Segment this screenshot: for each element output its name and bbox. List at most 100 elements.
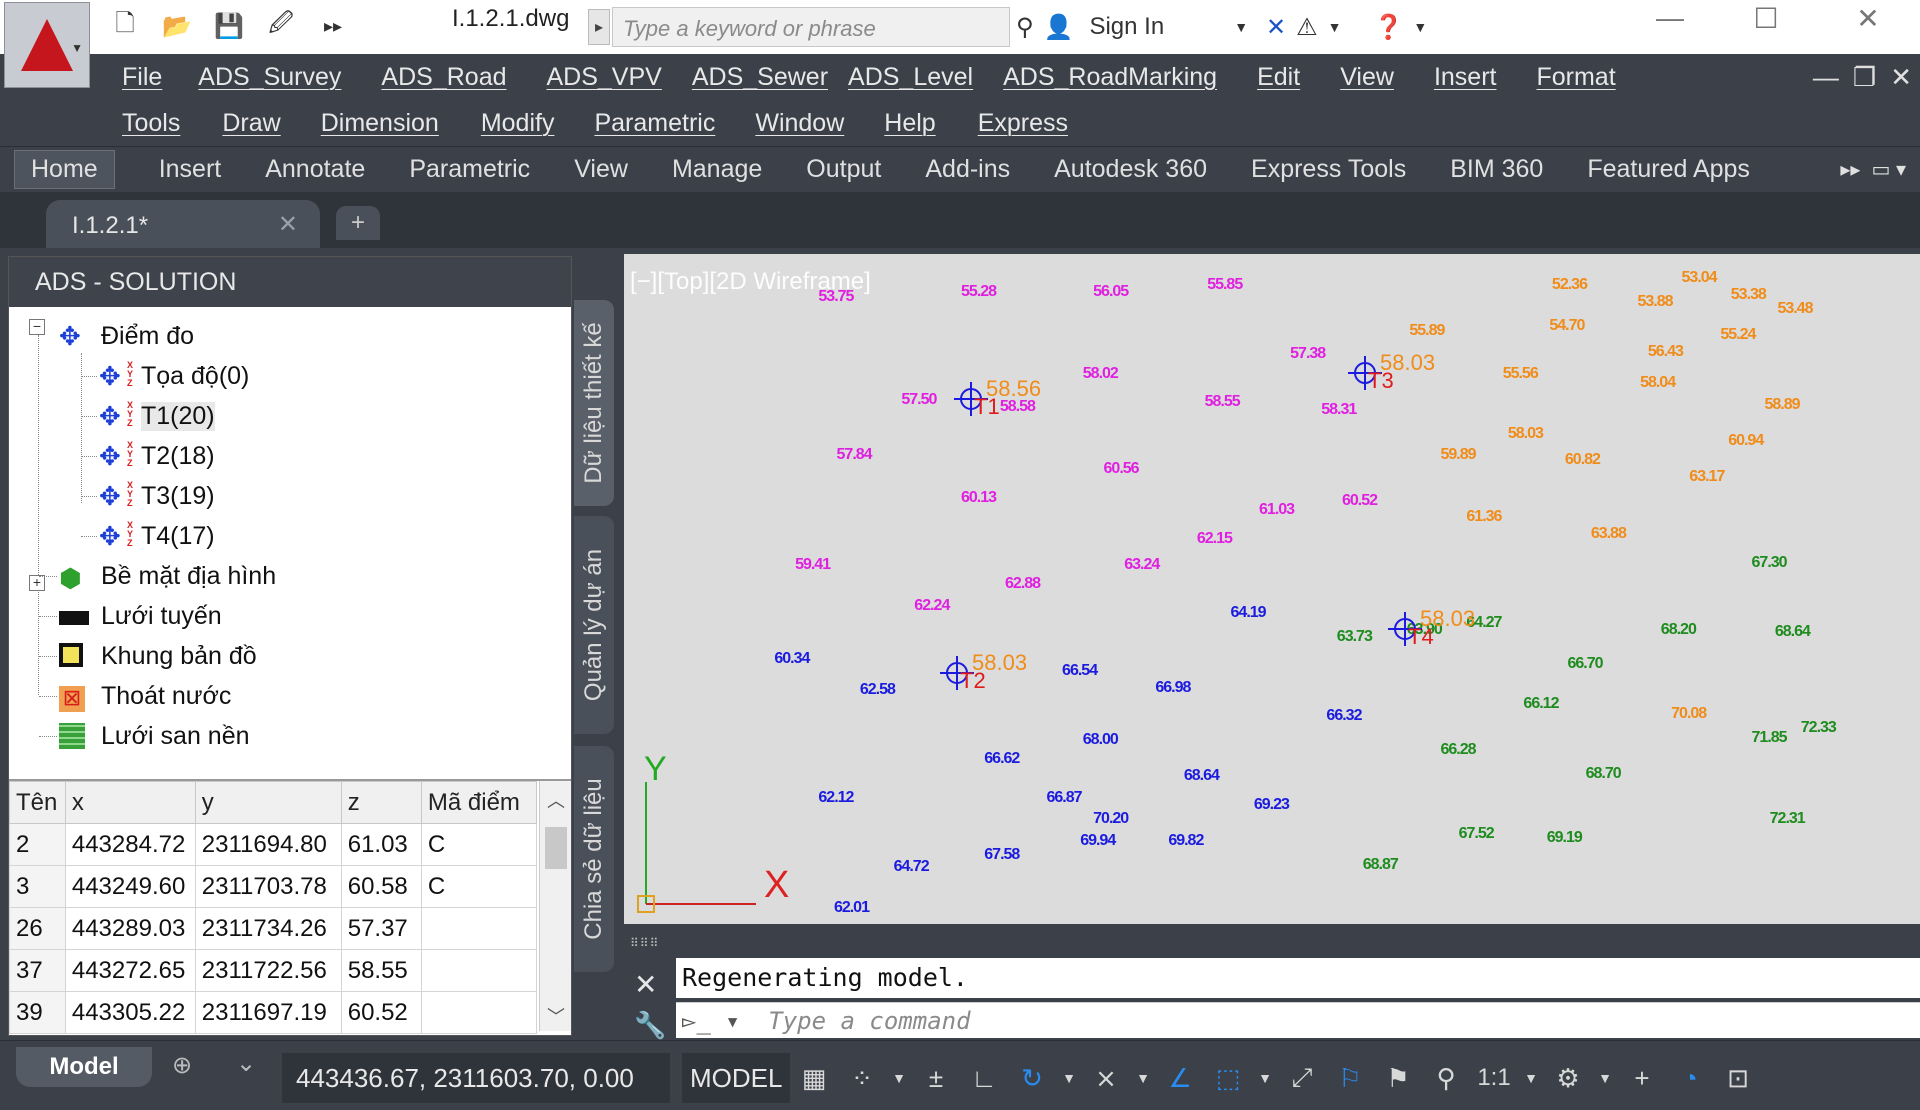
elevation-label[interactable]: 69.94 xyxy=(1080,832,1116,850)
plus-icon[interactable]: + xyxy=(1618,1053,1666,1103)
coordinate-readout[interactable]: 443436.67, 2311603.70, 0.00 xyxy=(282,1053,670,1103)
elevation-label[interactable]: 66.87 xyxy=(1046,789,1082,807)
close-icon[interactable]: ✕ xyxy=(634,968,657,1001)
elevation-label[interactable]: 60.56 xyxy=(1104,460,1140,478)
tab-du-lieu-thiet-ke[interactable]: Dữ liệu thiết kế xyxy=(574,300,614,506)
elevation-label[interactable]: 66.28 xyxy=(1440,741,1476,759)
ribbon-options[interactable]: ▸▸ ▭ ▾ xyxy=(1840,157,1906,182)
tree-item[interactable]: ⊠ Thoát nước xyxy=(59,677,231,715)
table-cell[interactable]: 443272.65 xyxy=(64,949,196,992)
exchange-apps-icon[interactable]: ✕ xyxy=(1266,13,1286,42)
elevation-label[interactable]: 58.55 xyxy=(1205,393,1241,411)
grid-icon[interactable]: ▦ xyxy=(790,1053,838,1103)
elevation-label[interactable]: 68.87 xyxy=(1363,856,1399,874)
elevation-label[interactable]: 62.15 xyxy=(1197,530,1233,548)
elevation-label[interactable]: 66.32 xyxy=(1326,707,1362,725)
auto-scale-icon[interactable]: ⚑ xyxy=(1374,1053,1422,1103)
model-layout-tab[interactable]: Model xyxy=(16,1047,152,1087)
elevation-label[interactable]: 58.31 xyxy=(1321,401,1357,419)
ribbon-tab-annotate[interactable]: Annotate xyxy=(265,155,365,184)
elevation-label[interactable]: 53.88 xyxy=(1637,293,1673,311)
sign-in-button[interactable]: Sign In xyxy=(1089,13,1164,41)
wrench-icon[interactable]: 🔧 xyxy=(634,1010,666,1041)
menu-format[interactable]: Format xyxy=(1536,63,1615,92)
elevation-label[interactable]: 60.94 xyxy=(1728,432,1764,450)
menu-tools[interactable]: Tools xyxy=(122,109,180,138)
elevation-label[interactable]: 63.73 xyxy=(1337,628,1373,646)
table-cell[interactable]: 2311722.56 xyxy=(194,949,342,992)
maximize-icon[interactable]: ☐ xyxy=(1736,0,1796,36)
ortho-icon[interactable]: ∟ xyxy=(960,1053,1008,1103)
elevation-label[interactable]: 59.89 xyxy=(1440,446,1476,464)
menu-edit[interactable]: Edit xyxy=(1257,63,1300,92)
elevation-label[interactable]: 56.05 xyxy=(1093,283,1129,301)
tree-item[interactable]: Khung bản đồ xyxy=(59,637,257,675)
menu-draw[interactable]: Draw xyxy=(222,109,280,138)
table-cell[interactable]: C xyxy=(420,823,538,866)
polar-tracking-icon[interactable]: ↻ xyxy=(1008,1053,1056,1103)
menu-express[interactable]: Express xyxy=(978,109,1068,138)
elevation-label[interactable]: 60.52 xyxy=(1342,492,1378,510)
scale-readout[interactable]: 1:1 xyxy=(1470,1053,1518,1103)
object-snap-tracking-icon[interactable]: ∠ xyxy=(1156,1053,1204,1103)
snap-icon[interactable]: ⁘ xyxy=(838,1053,886,1103)
menu-parametric[interactable]: Parametric xyxy=(594,109,715,138)
elevation-label[interactable]: 72.31 xyxy=(1770,810,1806,828)
ribbon-tab-bim-360[interactable]: BIM 360 xyxy=(1450,155,1543,184)
elevation-label[interactable]: 66.12 xyxy=(1523,695,1559,713)
elevation-label[interactable]: 66.70 xyxy=(1567,655,1603,673)
column-header[interactable]: x xyxy=(64,781,196,824)
help-icon[interactable]: ❓ xyxy=(1374,13,1404,42)
elevation-label[interactable]: 68.20 xyxy=(1661,621,1697,639)
elevation-label[interactable]: 62.01 xyxy=(834,899,870,917)
table-cell[interactable] xyxy=(420,991,538,1034)
menu-modify[interactable]: Modify xyxy=(481,109,555,138)
elevation-label[interactable]: 64.19 xyxy=(1231,604,1267,622)
menu-ads-vpv[interactable]: ADS_VPV xyxy=(547,63,662,92)
menu-help[interactable]: Help xyxy=(884,109,935,138)
scroll-down-icon[interactable]: ﹀ xyxy=(547,1003,565,1029)
table-scrollbar[interactable]: ︿ ﹀ xyxy=(539,781,571,1031)
elevation-label[interactable]: 57.84 xyxy=(837,446,873,464)
chevron-down-icon[interactable]: ▼ xyxy=(1413,19,1427,35)
scroll-up-icon[interactable]: ︿ xyxy=(547,787,565,813)
tree-item[interactable]: Lưới san nền xyxy=(59,717,250,755)
table-cell[interactable]: 57.37 xyxy=(340,907,422,950)
elevation-label[interactable]: 63.24 xyxy=(1124,556,1160,574)
tree-item[interactable]: ✥ X Y Z T3(19) xyxy=(99,477,215,515)
tree-item[interactable]: Lưới tuyến xyxy=(59,597,222,635)
table-row[interactable]: 37 443272.65 2311722.56 58.55 xyxy=(9,949,538,992)
new-file-icon[interactable]: 🗋 xyxy=(106,6,144,46)
binoculars-icon[interactable]: ⚲ xyxy=(1016,13,1034,42)
save-as-icon[interactable]: 🖉 xyxy=(262,6,300,46)
layout-list-icon[interactable]: ⌄ xyxy=(236,1049,256,1078)
tree-item[interactable]: ⬢ Bề mặt địa hình xyxy=(59,557,276,595)
chevron-down-icon[interactable]: ▼ xyxy=(1130,1053,1156,1103)
table-cell[interactable]: 443249.60 xyxy=(64,865,196,908)
more-tools-icon[interactable]: ▸▸ xyxy=(314,6,352,46)
tree-item[interactable]: ✥ Điểm đo xyxy=(59,317,194,355)
elevation-label[interactable]: 53.38 xyxy=(1731,286,1767,304)
chevron-down-icon[interactable]: ▼ xyxy=(1234,19,1248,35)
elevation-label[interactable]: 55.89 xyxy=(1409,322,1445,340)
elevation-label[interactable]: 58.04 xyxy=(1640,374,1676,392)
menu-ads-road[interactable]: ADS_Road xyxy=(381,63,506,92)
elevation-label[interactable]: 57.38 xyxy=(1290,345,1326,363)
ribbon-tab-insert[interactable]: Insert xyxy=(159,155,222,184)
elevation-label[interactable]: 59.41 xyxy=(795,556,831,574)
elevation-label[interactable]: 66.54 xyxy=(1062,662,1098,680)
elevation-label[interactable]: 68.64 xyxy=(1775,623,1811,641)
model-space-toggle[interactable]: MODEL xyxy=(682,1053,791,1103)
command-input[interactable]: ▻_ ▾ Type a command xyxy=(676,1002,1920,1038)
elevation-label[interactable]: 68.64 xyxy=(1184,767,1220,785)
menu-view[interactable]: View xyxy=(1340,63,1394,92)
table-cell[interactable]: 443284.72 xyxy=(64,823,196,866)
elevation-label[interactable]: 68.00 xyxy=(1083,731,1119,749)
isodraft-icon[interactable]: ⨯ xyxy=(1082,1053,1130,1103)
elevation-label[interactable]: 62.88 xyxy=(1005,575,1041,593)
elevation-label[interactable]: 70.20 xyxy=(1093,810,1129,828)
tab-chia-se-du-lieu[interactable]: Chia sẻ dữ liệu xyxy=(574,746,614,972)
elevation-label[interactable]: 55.56 xyxy=(1503,365,1539,383)
table-cell[interactable]: 2311694.80 xyxy=(194,823,342,866)
menu-ads-level[interactable]: ADS_Level xyxy=(848,63,973,92)
